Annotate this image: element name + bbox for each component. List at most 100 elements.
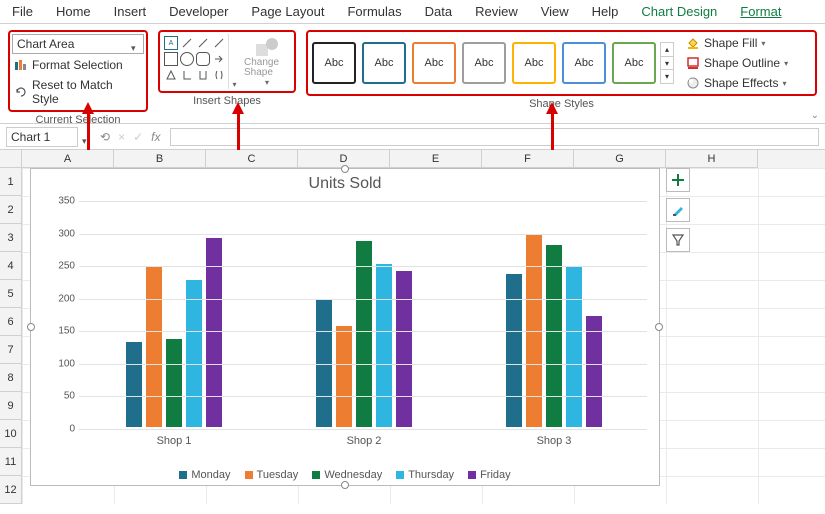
shape-outline-button[interactable]: Shape Outline ▾ <box>684 54 790 72</box>
shape-gallery-more[interactable]: ▾ <box>228 34 240 89</box>
chart-elements-button[interactable] <box>666 168 690 192</box>
style-swatch-0[interactable]: Abc <box>312 42 356 84</box>
chart-plot-area[interactable]: 050100150200250300350 <box>79 201 647 427</box>
format-selection-button[interactable]: Format Selection <box>12 56 144 74</box>
style-swatch-2[interactable]: Abc <box>412 42 456 84</box>
shape-fill-button[interactable]: Shape Fill ▾ <box>684 34 790 52</box>
chart-filters-button[interactable] <box>666 228 690 252</box>
style-swatch-4[interactable]: Abc <box>512 42 556 84</box>
y-tick: 350 <box>58 196 75 207</box>
bar[interactable] <box>506 274 522 427</box>
row-header[interactable]: 2 <box>0 196 22 224</box>
reset-to-match-style-button[interactable]: Reset to Match Style <box>12 76 144 108</box>
menu-format[interactable]: Format <box>740 4 781 19</box>
x-category-label: Shop 2 <box>347 435 382 447</box>
brush-icon <box>671 203 685 217</box>
col-header[interactable] <box>0 150 22 168</box>
cancel-icon[interactable]: × <box>118 130 125 144</box>
scroll-down-icon: ▾ <box>661 57 673 71</box>
row-header[interactable]: 6 <box>0 308 22 336</box>
style-swatch-1[interactable]: Abc <box>362 42 406 84</box>
confirm-icon[interactable]: ✓ <box>133 130 143 144</box>
menu-data[interactable]: Data <box>425 4 452 19</box>
row-header[interactable]: 1 <box>0 168 22 196</box>
col-header[interactable]: G <box>574 150 666 168</box>
menu-view[interactable]: View <box>541 4 569 19</box>
format-selection-label: Format Selection <box>32 58 123 72</box>
bar[interactable] <box>166 339 182 427</box>
menu-insert[interactable]: Insert <box>114 4 147 19</box>
chart-legend[interactable]: Monday Tuesday Wednesday Thursday Friday <box>31 469 659 481</box>
row-header[interactable]: 4 <box>0 252 22 280</box>
menu-help[interactable]: Help <box>592 4 619 19</box>
style-swatch-6[interactable]: Abc <box>612 42 656 84</box>
bar[interactable] <box>546 245 562 427</box>
menu-home[interactable]: Home <box>56 4 91 19</box>
history-icon[interactable]: ⟲ <box>100 130 110 144</box>
formula-input[interactable] <box>170 128 819 146</box>
fx-icon[interactable]: fx <box>151 130 160 144</box>
row-header[interactable]: 7 <box>0 336 22 364</box>
col-header[interactable]: F <box>482 150 574 168</box>
chart-element-selector[interactable]: Chart Area <box>12 34 144 54</box>
scroll-up-icon: ▴ <box>661 43 673 57</box>
row-header[interactable]: 11 <box>0 448 22 476</box>
current-selection-label: Current Selection <box>36 114 121 126</box>
bar[interactable] <box>336 326 352 427</box>
style-swatch-3[interactable]: Abc <box>462 42 506 84</box>
bar[interactable] <box>566 267 582 427</box>
bar[interactable] <box>356 241 372 427</box>
bar[interactable] <box>586 316 602 427</box>
col-header[interactable]: H <box>666 150 758 168</box>
format-selection-icon <box>14 58 28 72</box>
menu-developer[interactable]: Developer <box>169 4 228 19</box>
chart-object[interactable]: Units Sold 050100150200250300350 MondayT… <box>30 168 660 486</box>
row-header[interactable]: 5 <box>0 280 22 308</box>
row-header[interactable]: 3 <box>0 224 22 252</box>
bar[interactable] <box>376 264 392 427</box>
bar[interactable] <box>186 280 202 427</box>
menu-formulas[interactable]: Formulas <box>347 4 401 19</box>
x-category-label: Shop 1 <box>157 435 192 447</box>
name-box[interactable]: Chart 1 <box>6 127 78 147</box>
legend-item[interactable]: Tuesday <box>245 469 299 481</box>
pen-icon <box>686 56 700 70</box>
name-box-dropdown-icon[interactable] <box>82 133 90 141</box>
y-tick: 300 <box>58 228 75 239</box>
y-axis: 050100150200250300350 <box>41 201 75 427</box>
row-header[interactable]: 8 <box>0 364 22 392</box>
row-header[interactable]: 9 <box>0 392 22 420</box>
bar[interactable] <box>396 271 412 427</box>
col-header[interactable]: C <box>206 150 298 168</box>
menu-chart-design[interactable]: Chart Design <box>641 4 717 19</box>
style-swatches: AbcAbcAbcAbcAbcAbcAbc <box>312 42 656 84</box>
menu-page-layout[interactable]: Page Layout <box>251 4 324 19</box>
col-header[interactable]: A <box>22 150 114 168</box>
chart-side-buttons <box>666 168 690 252</box>
textbox-shape-icon: A <box>164 36 178 50</box>
change-shape-button: Change Shape ▾ <box>242 34 292 89</box>
style-gallery-more[interactable]: ▴ ▾ ▾ <box>660 42 674 84</box>
rectangle-shape-icon <box>164 52 178 66</box>
legend-item[interactable]: Friday <box>468 469 511 481</box>
line-arrow-shape-icon <box>196 36 210 50</box>
col-header[interactable]: E <box>390 150 482 168</box>
legend-item[interactable]: Thursday <box>396 469 454 481</box>
menu-file[interactable]: File <box>12 4 33 19</box>
ribbon-expand-icon[interactable]: ⌄ <box>811 110 819 121</box>
chart-styles-button[interactable] <box>666 198 690 222</box>
col-header[interactable]: B <box>114 150 206 168</box>
chart-element-value: Chart Area <box>17 37 74 51</box>
legend-item[interactable]: Monday <box>179 469 230 481</box>
bar[interactable] <box>146 267 162 427</box>
style-swatch-5[interactable]: Abc <box>562 42 606 84</box>
row-header[interactable]: 12 <box>0 476 22 504</box>
bar[interactable] <box>126 342 142 427</box>
menu-review[interactable]: Review <box>475 4 518 19</box>
legend-item[interactable]: Wednesday <box>312 469 382 481</box>
worksheet-grid[interactable]: ABCDEFGH 123456789101112 Units Sold 0501… <box>0 150 825 504</box>
row-header[interactable]: 10 <box>0 420 22 448</box>
shape-outline-label: Shape Outline <box>704 56 780 70</box>
shape-effects-button[interactable]: Shape Effects ▾ <box>684 74 790 92</box>
shape-gallery[interactable]: A <box>162 34 228 89</box>
